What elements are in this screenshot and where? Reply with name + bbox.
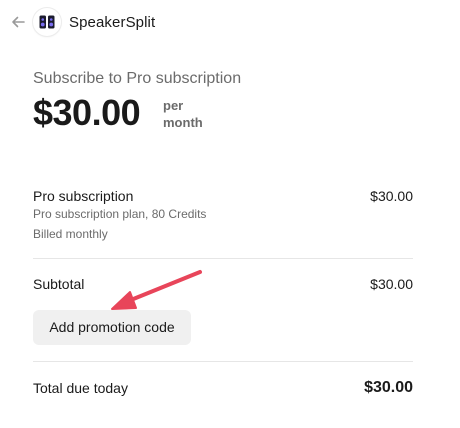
checkout-page: SpeakerSplit Subscribe to Pro subscripti… — [0, 0, 460, 428]
add-promotion-code-button[interactable]: Add promotion code — [33, 310, 191, 345]
subtotal-label: Subtotal — [33, 276, 85, 292]
brand-name: SpeakerSplit — [69, 14, 156, 31]
subtotal-value: $30.00 — [370, 276, 413, 292]
subscribe-title: Subscribe to Pro subscription — [33, 70, 242, 87]
total-due-value: $30.00 — [364, 379, 413, 396]
header: SpeakerSplit — [0, 0, 460, 46]
billing-period: per month — [163, 97, 203, 131]
divider — [33, 258, 413, 259]
line-item-billing: Billed monthly — [33, 227, 108, 241]
line-item-price: $30.00 — [370, 188, 413, 204]
line-item-name: Pro subscription — [33, 188, 134, 204]
speaker-split-logo-icon — [39, 15, 55, 29]
period-month: month — [163, 115, 203, 130]
line-item-description: Pro subscription plan, 80 Credits — [33, 207, 207, 221]
back-arrow-icon[interactable] — [9, 13, 27, 31]
period-per: per — [163, 98, 184, 113]
total-due-label: Total due today — [33, 380, 128, 396]
subscription-price: $30.00 — [33, 92, 141, 133]
divider — [33, 361, 413, 362]
brand-logo — [33, 8, 61, 36]
